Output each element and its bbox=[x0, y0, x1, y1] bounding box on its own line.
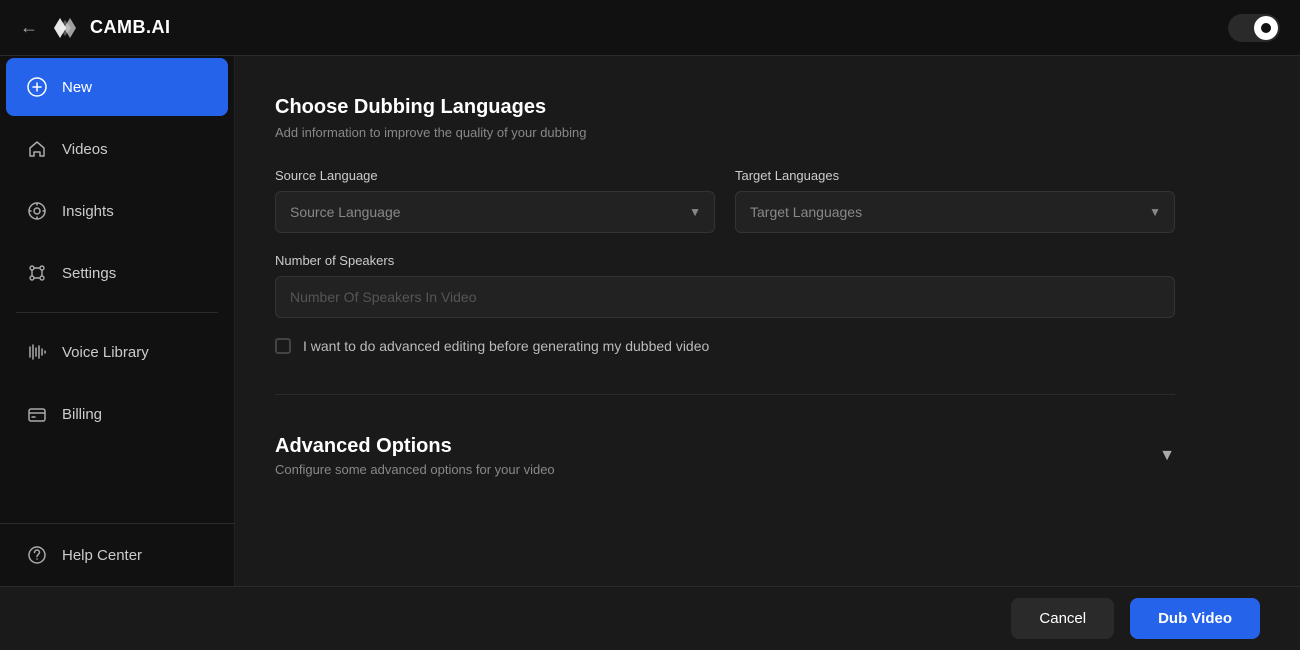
content-area: Choose Dubbing Languages Add information… bbox=[235, 56, 1300, 586]
advanced-editing-checkbox[interactable] bbox=[275, 338, 291, 354]
source-language-wrapper: Source Language ▼ bbox=[275, 191, 715, 233]
sidebar-item-videos[interactable]: Videos bbox=[6, 120, 228, 178]
advanced-title: Advanced Options bbox=[275, 435, 555, 458]
bottom-bar: Cancel Dub Video bbox=[0, 586, 1300, 650]
advanced-editing-label: I want to do advanced editing before gen… bbox=[303, 338, 709, 354]
sidebar-item-videos-label: Videos bbox=[62, 141, 108, 158]
sidebar-item-voice-library-label: Voice Library bbox=[62, 344, 149, 361]
logo-text: CAMB.AI bbox=[90, 17, 171, 38]
sidebar-item-new-label: New bbox=[62, 79, 92, 96]
main-layout: New Videos Insights bbox=[0, 56, 1300, 586]
source-language-label: Source Language bbox=[275, 168, 715, 183]
source-language-group: Source Language Source Language ▼ bbox=[275, 168, 715, 233]
sidebar-bottom: Help Center bbox=[0, 523, 234, 586]
sidebar-item-billing[interactable]: Billing bbox=[6, 385, 228, 443]
voice-library-icon bbox=[26, 341, 48, 363]
sidebar-item-insights-label: Insights bbox=[62, 203, 114, 220]
target-languages-select[interactable]: Target Languages bbox=[735, 191, 1175, 233]
speakers-input[interactable] bbox=[275, 276, 1175, 318]
sidebar-item-new[interactable]: New bbox=[6, 58, 228, 116]
logo-icon bbox=[50, 12, 82, 44]
advanced-section: Advanced Options Configure some advanced… bbox=[275, 405, 1175, 477]
settings-icon bbox=[26, 262, 48, 284]
language-row: Source Language Source Language ▼ Target… bbox=[275, 168, 1175, 233]
speakers-group: Number of Speakers bbox=[275, 253, 1175, 318]
back-button[interactable]: ← bbox=[20, 17, 38, 38]
target-languages-wrapper: Target Languages ▼ bbox=[735, 191, 1175, 233]
logo-area: ← CAMB.AI bbox=[20, 12, 171, 44]
help-icon bbox=[26, 544, 48, 566]
advanced-chevron-icon: ▼ bbox=[1159, 447, 1175, 465]
billing-icon bbox=[26, 403, 48, 425]
dub-video-button[interactable]: Dub Video bbox=[1130, 598, 1260, 639]
plus-icon bbox=[26, 76, 48, 98]
sidebar-divider bbox=[16, 312, 218, 313]
advanced-editing-checkbox-row: I want to do advanced editing before gen… bbox=[275, 338, 1175, 354]
sidebar: New Videos Insights bbox=[0, 56, 235, 586]
theme-toggle[interactable] bbox=[1228, 14, 1280, 42]
top-bar: ← CAMB.AI bbox=[0, 0, 1300, 56]
sidebar-item-settings[interactable]: Settings bbox=[6, 244, 228, 302]
target-languages-label: Target Languages bbox=[735, 168, 1175, 183]
advanced-header-text: Advanced Options Configure some advanced… bbox=[275, 435, 555, 477]
sidebar-item-insights[interactable]: Insights bbox=[6, 182, 228, 240]
speakers-label: Number of Speakers bbox=[275, 253, 1175, 268]
dubbing-section: Choose Dubbing Languages Add information… bbox=[275, 96, 1175, 395]
section-subtitle: Add information to improve the quality o… bbox=[275, 125, 1175, 140]
advanced-options-header[interactable]: Advanced Options Configure some advanced… bbox=[275, 435, 1175, 477]
home-icon bbox=[26, 138, 48, 160]
content-inner: Choose Dubbing Languages Add information… bbox=[235, 56, 1215, 517]
sidebar-item-voice-library[interactable]: Voice Library bbox=[6, 323, 228, 381]
sidebar-item-billing-label: Billing bbox=[62, 406, 102, 423]
insights-icon bbox=[26, 200, 48, 222]
sidebar-item-help-label: Help Center bbox=[62, 547, 142, 564]
cancel-button[interactable]: Cancel bbox=[1011, 598, 1114, 639]
advanced-subtitle: Configure some advanced options for your… bbox=[275, 462, 555, 477]
source-language-select[interactable]: Source Language bbox=[275, 191, 715, 233]
toggle-knob bbox=[1254, 16, 1278, 40]
target-languages-group: Target Languages Target Languages ▼ bbox=[735, 168, 1175, 233]
sidebar-item-help[interactable]: Help Center bbox=[6, 526, 228, 584]
sidebar-item-settings-label: Settings bbox=[62, 265, 116, 282]
section-title: Choose Dubbing Languages bbox=[275, 96, 1175, 119]
